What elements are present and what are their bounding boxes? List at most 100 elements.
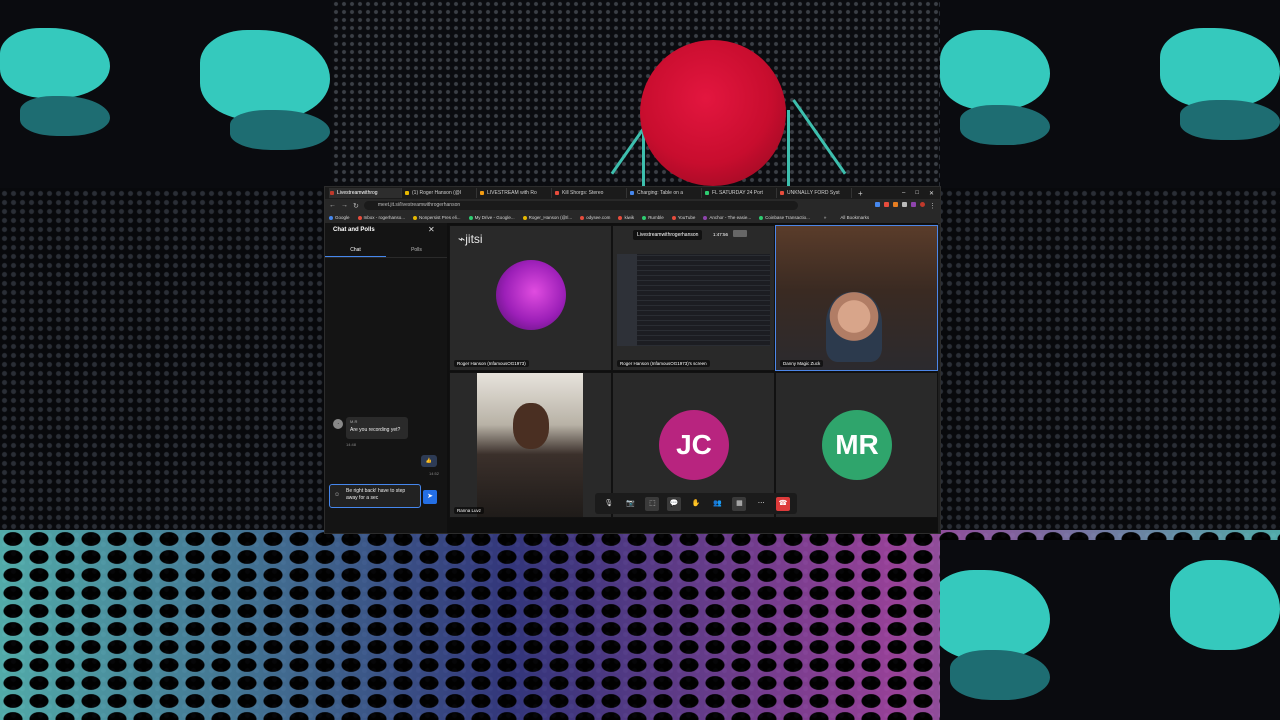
- bookmark-label: Google: [335, 215, 350, 220]
- browser-tab[interactable]: Livestreamwithrog: [329, 188, 402, 198]
- message-text: Are you recording yet?: [350, 427, 401, 433]
- camera-person: [513, 403, 549, 449]
- browser-tab[interactable]: Kill Shorgs: Stereo: [554, 188, 627, 198]
- reload-icon[interactable]: ↻: [353, 202, 359, 210]
- emoji-icon[interactable]: ☺: [334, 492, 340, 498]
- back-icon[interactable]: ←: [329, 202, 336, 209]
- participant-tile[interactable]: MR M.R: [775, 372, 938, 518]
- browser-tab[interactable]: FL SATURDAY 24 Port: [704, 188, 777, 198]
- bookmark-label: Inbox - rogerhanso...: [363, 215, 406, 220]
- tab-label: UNKNALLY FORD Syst: [787, 190, 840, 196]
- video-grid: ⌁jitsi Roger Hanson (InfamousOG1973) Liv…: [447, 223, 938, 533]
- bookmark-favicon-icon: [759, 216, 764, 220]
- tile-view-icon[interactable]: ▦: [732, 496, 747, 511]
- bookmark-item[interactable]: kiwik: [618, 215, 634, 220]
- participant-tile[interactable]: Ranna Luvz: [449, 372, 612, 518]
- maximize-button[interactable]: □: [915, 190, 919, 197]
- forward-icon[interactable]: →: [341, 202, 348, 209]
- extension-icon[interactable]: [875, 201, 880, 207]
- bookmark-label: My Drive - Google...: [474, 215, 515, 220]
- avatar: ◔: [333, 419, 343, 429]
- extension-icon[interactable]: [902, 201, 907, 207]
- bookmark-label: Coinbase Transactio...: [765, 215, 810, 220]
- all-bookmarks-button[interactable]: All Bookmarks: [834, 215, 869, 220]
- tab-chat[interactable]: Chat: [325, 243, 386, 257]
- bookmark-label: kiwik: [624, 215, 635, 220]
- bookmark-item[interactable]: Coinbase Transactio...: [759, 215, 810, 220]
- browser-tab[interactable]: LIVESTREAM with Ro: [479, 188, 552, 198]
- chat-panel: Chat and Polls ✕ Chat Polls ◔ M.R Are yo…: [325, 223, 447, 533]
- extension-icon[interactable]: [911, 201, 916, 207]
- camera-icon[interactable]: 📷: [624, 497, 638, 511]
- chat-message: M.R Are you recording yet?: [346, 417, 408, 439]
- chat-input-text: Be right back! have to step away for a s…: [346, 488, 406, 501]
- stream-top-right-art: [940, 0, 1280, 188]
- bookmark-item[interactable]: Anchor - The easie...: [703, 215, 751, 220]
- address-bar[interactable]: meet.jit.si/livestreamwithrogerhanson: [363, 201, 798, 210]
- tab-favicon-icon: [630, 191, 634, 195]
- new-tab-button[interactable]: +: [858, 189, 863, 198]
- browser-tab[interactable]: (1) Roger Hanson (@I: [404, 188, 477, 198]
- participant-avatar: [496, 260, 566, 330]
- bookmark-item[interactable]: Roger_Hanson (@Il...: [522, 215, 572, 220]
- participant-tile[interactable]: ⌁jitsi Roger Hanson (InfamousOG1973): [449, 225, 612, 371]
- extension-icons: ⋮: [875, 201, 936, 210]
- browser-tab[interactable]: Charging: Table on a: [629, 188, 702, 198]
- bookmark-item[interactable]: Rumble: [642, 215, 664, 220]
- browser-window: Livestreamwithrog (1) Roger Hanson (@I LIV…: [324, 186, 941, 534]
- jitsi-logo: ⌁jitsi: [458, 232, 483, 246]
- send-button[interactable]: ➤: [423, 490, 437, 504]
- navigation-bar: ← → ↻ meet.jit.si/livestreamwithrogerhan…: [325, 199, 940, 212]
- meeting-toolbar: 🎙 📷 ⬚ 💬 ✋ 👥 ▦ ⋯ ☎: [595, 493, 797, 514]
- tab-bar: Livestreamwithrog (1) Roger Hanson (@I LIV…: [325, 187, 940, 199]
- bookmark-item[interactable]: My Drive - Google...: [468, 215, 515, 220]
- hangup-icon[interactable]: ☎: [776, 496, 790, 511]
- bookmark-item[interactable]: YouTube: [671, 215, 696, 220]
- profile-icon[interactable]: [920, 201, 925, 207]
- participant-tile-screen[interactable]: Livestreamwithrogerhanson 1:47:56 Roger …: [612, 225, 775, 371]
- bookmark-label: Nonpersist Pres eli...: [419, 215, 461, 220]
- bookmark-item[interactable]: odysee.com: [580, 215, 610, 220]
- bookmark-item[interactable]: Google: [329, 215, 350, 220]
- tab-favicon-icon: [705, 191, 709, 195]
- tab-label: Charging: Table on a: [637, 190, 684, 196]
- window-controls: – □ ✕: [902, 190, 940, 197]
- chat-title: Chat and Polls: [333, 227, 375, 233]
- chat-input[interactable]: ☺ Be right back! have to step away for a…: [329, 484, 421, 508]
- minimize-button[interactable]: –: [902, 190, 905, 197]
- more-icon[interactable]: ⋯: [754, 497, 768, 511]
- message-sender: M.R: [350, 419, 358, 424]
- browser-tab[interactable]: UNKNALLY FORD Syst: [779, 188, 852, 198]
- bookmark-favicon-icon: [468, 216, 473, 220]
- menu-icon[interactable]: ⋮: [929, 202, 936, 210]
- stream-top-center-art: [332, 0, 939, 188]
- extension-icon[interactable]: [893, 201, 898, 207]
- own-message: 👍: [421, 455, 437, 467]
- bookmark-favicon-icon: [642, 216, 647, 220]
- tab-favicon-icon: [480, 191, 484, 195]
- own-message-time: 14:52: [429, 471, 440, 476]
- screenshare-icon[interactable]: ⬚: [645, 496, 660, 511]
- bookmark-favicon-icon: [357, 216, 362, 220]
- chat-icon[interactable]: 💬: [667, 496, 682, 511]
- participant-tile-active-speaker[interactable]: Danny Magic Zuck: [775, 225, 938, 371]
- bookmark-item[interactable]: Inbox - rogerhanso...: [357, 215, 406, 220]
- bookmark-favicon-icon: [703, 216, 708, 220]
- tab-polls[interactable]: Polls: [386, 243, 447, 257]
- message-time: 14:48: [346, 442, 357, 447]
- tab-label: (1) Roger Hanson (@I: [412, 190, 462, 196]
- bookmark-label: YouTube: [677, 215, 696, 220]
- raise-hand-icon[interactable]: ✋: [689, 497, 703, 511]
- bookmark-label: Anchor - The easie...: [709, 215, 752, 220]
- close-icon[interactable]: ✕: [428, 225, 435, 234]
- shared-screen-title: Livestreamwithrogerhanson: [633, 230, 703, 240]
- close-window-button[interactable]: ✕: [929, 190, 934, 197]
- microphone-icon[interactable]: 🎙: [602, 497, 616, 511]
- bookmarks-more-button[interactable]: »: [818, 215, 827, 220]
- extension-icon[interactable]: [884, 201, 889, 207]
- participants-icon[interactable]: 👥: [711, 497, 725, 511]
- participant-initials-avatar: JC: [659, 410, 729, 480]
- tab-label: LIVESTREAM with Ro: [487, 190, 537, 196]
- tab-label: Kill Shorgs: Stereo: [562, 190, 604, 196]
- bookmark-item[interactable]: Nonpersist Pres eli...: [413, 215, 461, 220]
